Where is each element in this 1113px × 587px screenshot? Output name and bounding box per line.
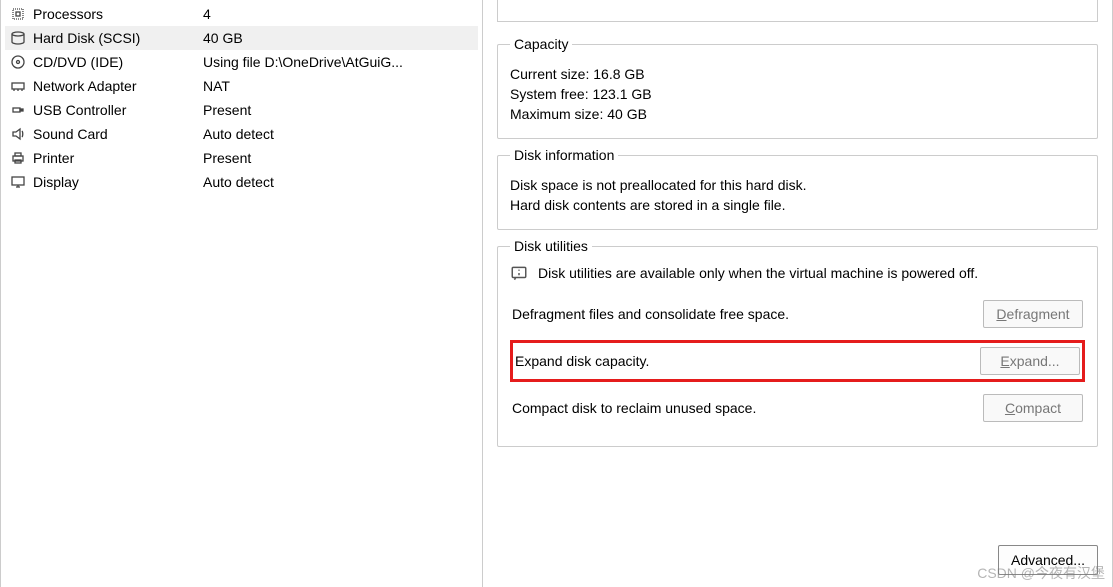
hw-label: Sound Card: [33, 126, 203, 142]
hw-row-hard-disk[interactable]: Hard Disk (SCSI) 40 GB: [5, 26, 478, 50]
hw-value: Auto detect: [203, 126, 474, 142]
hw-label: Network Adapter: [33, 78, 203, 94]
disk-info-line2: Hard disk contents are stored in a singl…: [510, 197, 1085, 213]
printer-icon: [9, 149, 27, 167]
utilities-note: Disk utilities are available only when t…: [538, 265, 978, 281]
hw-value: Present: [203, 150, 474, 166]
expand-text: Expand disk capacity.: [515, 353, 649, 369]
compact-text: Compact disk to reclaim unused space.: [512, 400, 756, 416]
hw-row-sound[interactable]: Sound Card Auto detect: [5, 122, 478, 146]
disc-icon: [9, 53, 27, 71]
speaker-icon: [9, 125, 27, 143]
hw-value: NAT: [203, 78, 474, 94]
hw-label: Processors: [33, 6, 203, 22]
capacity-legend: Capacity: [510, 36, 572, 52]
defragment-button[interactable]: Defragment: [983, 300, 1083, 328]
info-icon: [510, 264, 528, 282]
expand-button[interactable]: Expand...: [980, 347, 1080, 375]
usb-icon: [9, 101, 27, 119]
hw-row-usb[interactable]: USB Controller Present: [5, 98, 478, 122]
settings-detail-panel: Capacity Current size: 16.8 GB System fr…: [483, 0, 1112, 587]
defragment-text: Defragment files and consolidate free sp…: [512, 306, 789, 322]
disk-info-line1: Disk space is not preallocated for this …: [510, 177, 1085, 193]
hw-value: Auto detect: [203, 174, 474, 190]
disk-utilities-legend: Disk utilities: [510, 238, 592, 254]
hw-value: 4: [203, 6, 474, 22]
defragment-row: Defragment files and consolidate free sp…: [510, 296, 1085, 332]
cpu-icon: [9, 5, 27, 23]
hw-row-printer[interactable]: Printer Present: [5, 146, 478, 170]
capacity-current: Current size: 16.8 GB: [510, 66, 1085, 82]
disk-information-group: Disk information Disk space is not preal…: [497, 147, 1098, 230]
hw-row-cd-dvd[interactable]: CD/DVD (IDE) Using file D:\OneDrive\AtGu…: [5, 50, 478, 74]
hardware-list: Processors 4 Hard Disk (SCSI) 40 GB CD/D…: [1, 0, 483, 587]
partial-panel-top: [497, 0, 1098, 22]
capacity-maximum: Maximum size: 40 GB: [510, 106, 1085, 122]
capacity-system-free: System free: 123.1 GB: [510, 86, 1085, 102]
hw-label: Hard Disk (SCSI): [33, 30, 203, 46]
hw-value: Present: [203, 102, 474, 118]
expand-row: Expand disk capacity. Expand...: [510, 340, 1085, 382]
hw-label: USB Controller: [33, 102, 203, 118]
hard-disk-icon: [9, 29, 27, 47]
hw-row-network[interactable]: Network Adapter NAT: [5, 74, 478, 98]
disk-info-legend: Disk information: [510, 147, 618, 163]
hw-label: Printer: [33, 150, 203, 166]
monitor-icon: [9, 173, 27, 191]
capacity-group: Capacity Current size: 16.8 GB System fr…: [497, 36, 1098, 139]
bottom-actions: Advanced...: [497, 535, 1098, 579]
hw-value: Using file D:\OneDrive\AtGuiG...: [203, 54, 474, 70]
compact-button[interactable]: Compact: [983, 394, 1083, 422]
hw-value: 40 GB: [203, 30, 474, 46]
hw-label: Display: [33, 174, 203, 190]
hw-row-processors[interactable]: Processors 4: [5, 2, 478, 26]
hw-row-display[interactable]: Display Auto detect: [5, 170, 478, 194]
utilities-note-row: Disk utilities are available only when t…: [510, 264, 1085, 282]
network-adapter-icon: [9, 77, 27, 95]
hw-label: CD/DVD (IDE): [33, 54, 203, 70]
disk-utilities-group: Disk utilities Disk utilities are availa…: [497, 238, 1098, 447]
compact-row: Compact disk to reclaim unused space. Co…: [510, 390, 1085, 426]
advanced-button[interactable]: Advanced...: [998, 545, 1098, 575]
